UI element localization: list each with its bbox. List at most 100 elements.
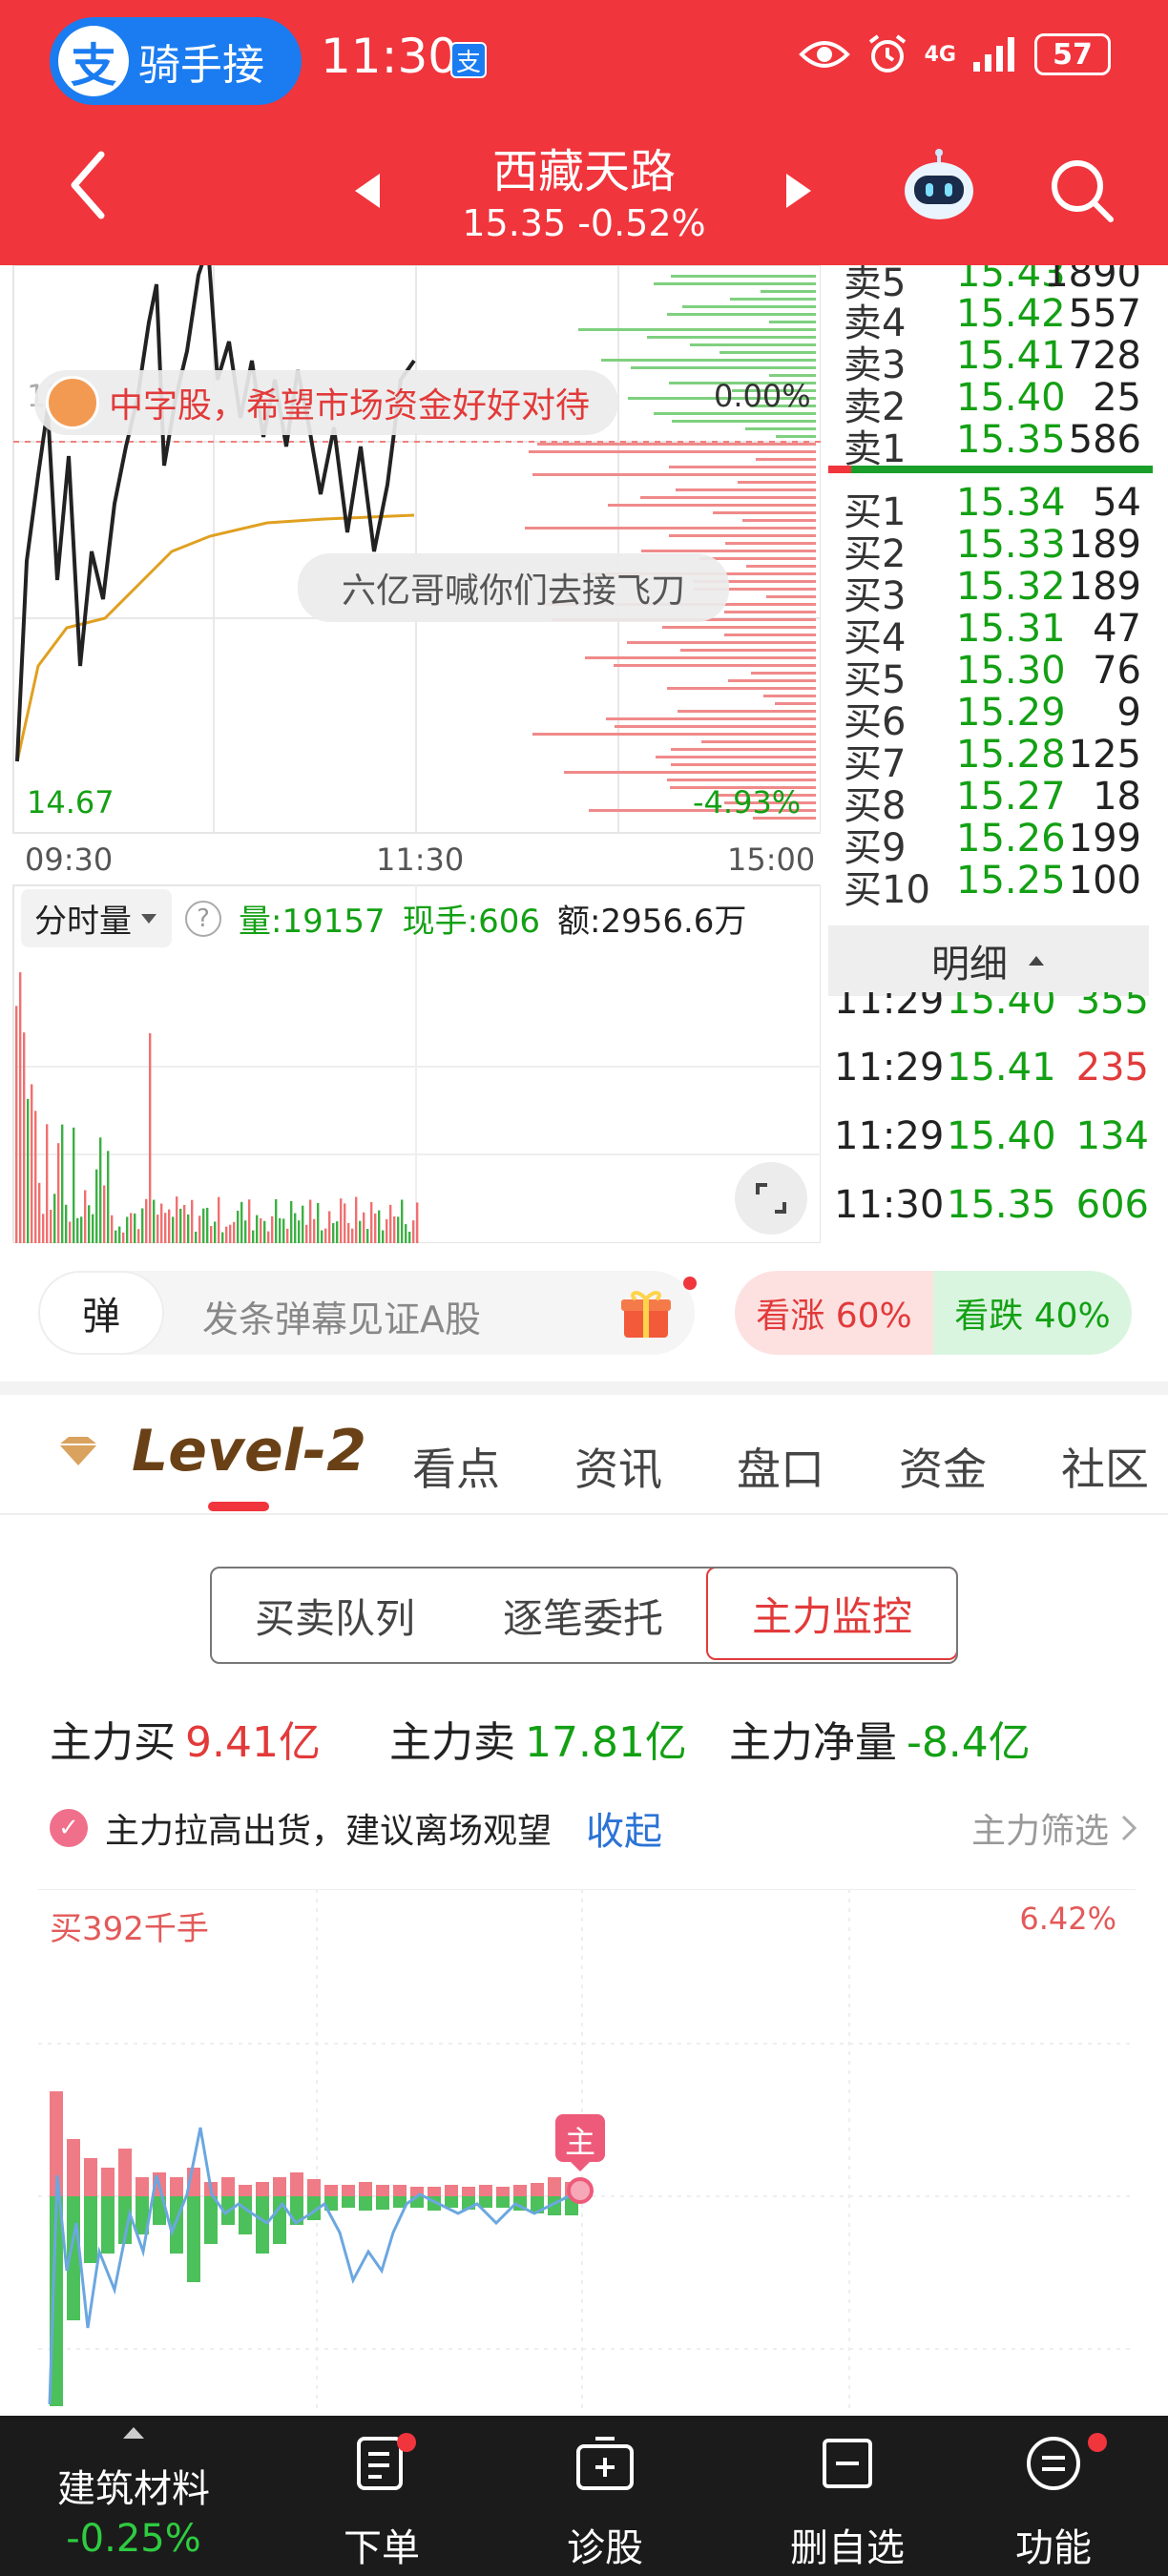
volume-bar bbox=[92, 1214, 94, 1243]
tab-funds[interactable]: 资金 bbox=[899, 1435, 987, 1498]
search-icon[interactable] bbox=[1048, 156, 1115, 223]
volume-bar bbox=[225, 1226, 228, 1243]
bid-row: 买3 15.32 189 bbox=[844, 565, 1153, 618]
detail-tab[interactable]: 明细 bbox=[828, 925, 1149, 996]
depth-bar bbox=[746, 565, 816, 568]
main-force-buy-bar bbox=[531, 2183, 544, 2196]
back-to-app-pill[interactable]: 支 骑手接 bbox=[50, 17, 302, 105]
volume-bar bbox=[57, 1143, 60, 1243]
tab-orderbook[interactable]: 盘口 bbox=[737, 1435, 824, 1498]
ask-volume: 25 bbox=[1093, 376, 1141, 420]
depth-bar bbox=[671, 275, 816, 278]
volume-bar bbox=[23, 1032, 26, 1243]
volume-bar bbox=[336, 1221, 339, 1243]
depth-bar bbox=[669, 466, 816, 468]
notification-dot bbox=[683, 1277, 697, 1290]
sector-name: 建筑材料 bbox=[57, 2467, 210, 2511]
volume-indicator-select[interactable]: 分时量 bbox=[21, 889, 172, 947]
bullish-vote-button[interactable]: 看涨 60% bbox=[735, 1271, 933, 1355]
volume-bar bbox=[416, 1202, 419, 1243]
volume-indicator-label: 分时量 bbox=[34, 903, 132, 941]
bid-volume: 189 bbox=[1068, 565, 1141, 609]
intraday-chart[interactable]: 15.8 0.00% 14.67 -4.93% 中字股，希望市场资金好好对待 六… bbox=[0, 265, 821, 1243]
volume-bar bbox=[412, 1220, 415, 1243]
main-force-filter-button[interactable]: 主力筛选 bbox=[971, 1803, 1137, 1853]
previous-stock-icon[interactable] bbox=[355, 174, 380, 208]
volume-bar bbox=[279, 1217, 282, 1243]
help-icon[interactable]: ? bbox=[185, 900, 221, 937]
segment-tick-orders[interactable]: 逐笔委托 bbox=[458, 1568, 708, 1662]
bid-price: 15.32 bbox=[956, 565, 1066, 609]
main-net-value: -8.4亿 bbox=[906, 1718, 1031, 1767]
nav-remove-watchlist[interactable]: 删自选 bbox=[761, 2416, 933, 2576]
volume-bar bbox=[31, 1084, 33, 1243]
volume-bar bbox=[370, 1201, 373, 1243]
volume-bar bbox=[80, 1216, 83, 1243]
main-force-buy-bar bbox=[221, 2177, 235, 2196]
volume-bar bbox=[359, 1220, 362, 1243]
volume-bar bbox=[65, 1204, 68, 1243]
network-type: 4G bbox=[924, 42, 956, 67]
main-force-chart[interactable]: 买392千手 6.42% 主 bbox=[38, 1889, 1136, 2414]
bid-row: 买5 15.30 76 bbox=[844, 649, 1153, 702]
volume-bar bbox=[214, 1221, 217, 1243]
caret-up-icon bbox=[1029, 956, 1044, 966]
tab-news[interactable]: 资讯 bbox=[574, 1435, 662, 1498]
depth-bar bbox=[585, 656, 816, 659]
battery-indicator: 57 bbox=[1034, 33, 1111, 75]
sector-change: -0.25% bbox=[66, 2517, 201, 2561]
depth-bar bbox=[682, 305, 816, 308]
tab-level2[interactable]: Level-2 bbox=[57, 1418, 366, 1485]
segment-order-queue[interactable]: 买卖队列 bbox=[212, 1568, 458, 1662]
volume-bar bbox=[27, 1098, 30, 1243]
main-force-buy-bar bbox=[136, 2177, 149, 2196]
advice-text: 主力拉高出货，建议离场观望 bbox=[105, 1812, 553, 1851]
depth-bar bbox=[769, 374, 816, 377]
volume-bar bbox=[260, 1217, 262, 1243]
danmaku-toggle-label: 弹 bbox=[82, 1295, 120, 1339]
nav-label: 下单 bbox=[344, 2526, 420, 2570]
volume-bar bbox=[347, 1222, 350, 1243]
status-bar: 支 骑手接 11:30 支 4G 57 bbox=[0, 0, 1168, 124]
bid-volume: 189 bbox=[1068, 523, 1141, 567]
tab-highlights[interactable]: 看点 bbox=[412, 1435, 500, 1498]
danmaku-input[interactable]: 发条弹幕见证A股 bbox=[202, 1290, 481, 1342]
tab-community[interactable]: 社区 bbox=[1061, 1435, 1149, 1498]
ask-volume: 728 bbox=[1068, 334, 1141, 378]
main-force-buy-bar bbox=[118, 2149, 132, 2196]
main-force-sell-bar bbox=[342, 2196, 355, 2208]
volume-bar bbox=[84, 1190, 87, 1243]
back-arrow-icon[interactable] bbox=[69, 151, 107, 219]
danmaku-toggle-button[interactable]: 弹 bbox=[38, 1271, 164, 1355]
next-stock-icon[interactable] bbox=[786, 174, 811, 208]
depth-bar bbox=[614, 664, 816, 667]
segment-main-force-monitor[interactable]: 主力监控 bbox=[706, 1568, 956, 1660]
tick-time: 11:29 bbox=[834, 992, 945, 1023]
nav-diagnose[interactable]: 诊股 bbox=[538, 2416, 672, 2576]
current-hand-value: 现手:606 bbox=[402, 903, 540, 941]
bid-row: 买6 15.29 9 bbox=[844, 691, 1153, 744]
depth-bar bbox=[763, 695, 816, 697]
nav-functions[interactable]: 功能 bbox=[987, 2416, 1120, 2576]
alipay-logo-icon: 支 bbox=[58, 26, 129, 96]
depth-bar bbox=[662, 626, 816, 629]
main-force-marker-label: 主 bbox=[564, 2124, 595, 2160]
ai-assistant-robot-icon[interactable] bbox=[901, 149, 977, 221]
gift-icon[interactable] bbox=[618, 1286, 674, 1341]
volume-bar bbox=[397, 1216, 400, 1243]
nav-place-order[interactable]: 下单 bbox=[315, 2416, 448, 2576]
volume-bar bbox=[267, 1231, 270, 1243]
functions-menu-icon bbox=[1027, 2437, 1080, 2490]
main-net-label: 主力净量 bbox=[728, 1718, 897, 1767]
tick-price: 15.40 bbox=[947, 1114, 1056, 1158]
nav-sector[interactable]: 建筑材料 -0.25% bbox=[38, 2416, 229, 2576]
fullscreen-button[interactable] bbox=[735, 1162, 807, 1235]
volume-bar bbox=[252, 1230, 255, 1243]
bearish-vote-button[interactable]: 看跌 40% bbox=[933, 1271, 1132, 1355]
depth-bar bbox=[525, 527, 816, 530]
volume-bar bbox=[286, 1228, 289, 1243]
collapse-link[interactable]: 收起 bbox=[586, 1800, 662, 1856]
bid-volume: 18 bbox=[1093, 775, 1141, 819]
volume-bar bbox=[118, 1226, 121, 1243]
nav-label: 诊股 bbox=[567, 2526, 643, 2570]
